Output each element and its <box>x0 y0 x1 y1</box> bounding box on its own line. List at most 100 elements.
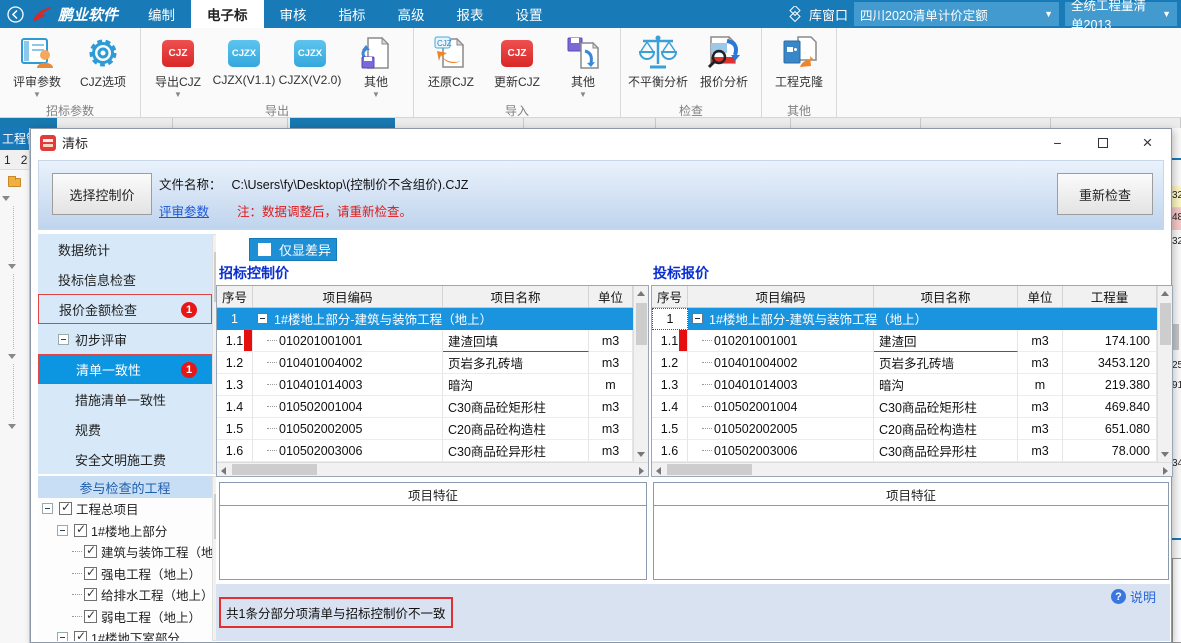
sidebar-item-清单一致性[interactable]: 清单一致性1 <box>38 354 212 384</box>
select-control-price-button[interactable]: 选择控制价 <box>52 173 152 215</box>
cell-unit[interactable]: m3 <box>589 396 633 418</box>
cell-name[interactable]: C30商品砼异形柱 <box>874 440 1018 462</box>
cell-unit[interactable]: m <box>589 374 633 396</box>
cell-name[interactable]: 页岩多孔砖墙 <box>874 352 1018 374</box>
table-row[interactable]: 1.1010201001001建渣回填m3 <box>217 330 633 352</box>
cell-no[interactable]: 1.6 <box>217 440 253 462</box>
project-tab-2[interactable]: 2 <box>21 153 28 167</box>
cell-code[interactable]: 010201001001 <box>688 330 874 352</box>
cell-code[interactable]: 010401004002 <box>688 352 874 374</box>
project-tab-1[interactable]: 1 <box>4 153 11 167</box>
tree-item-1#楼地上部分[interactable]: 1#楼地上部分 <box>38 520 212 542</box>
sidebar-item-报价金额检查[interactable]: 报价金额检查1 <box>38 294 212 324</box>
table-row[interactable]: 1.3010401014003暗沟m219.380 <box>652 374 1157 396</box>
ribbon-button-CJZX(V2.0)[interactable]: CJZXCJZX(V2.0) <box>277 28 343 97</box>
table-row[interactable]: 11#楼地上部分-建筑与装饰工程（地上） <box>652 308 1157 330</box>
ribbon-button-CJZ选项[interactable]: CJZ选项 <box>70 28 136 100</box>
scroll-left-icon[interactable] <box>656 467 661 475</box>
table-row[interactable]: 1.2010401004002页岩多孔砖墙m3 <box>217 352 633 374</box>
cell-qty[interactable]: 469.840 <box>1063 396 1157 418</box>
minimize-icon[interactable]: − <box>1035 129 1080 156</box>
scroll-right-icon[interactable] <box>1163 467 1168 475</box>
cell-no[interactable]: 1.4 <box>652 396 688 418</box>
feature-content-left[interactable] <box>219 506 647 580</box>
ribbon-button-其他[interactable]: 其他▼ <box>343 28 409 100</box>
scroll-down-icon[interactable] <box>1161 452 1169 457</box>
cell-code[interactable]: 010401014003 <box>688 374 874 396</box>
maximize-icon[interactable] <box>1080 129 1125 156</box>
cell-unit[interactable]: m3 <box>1018 352 1063 374</box>
cell-unit[interactable]: m3 <box>589 330 633 352</box>
scroll-up-icon[interactable] <box>1161 291 1169 296</box>
cell-unit[interactable]: m3 <box>589 352 633 374</box>
collapse-icon[interactable] <box>42 503 53 514</box>
cell-name[interactable]: C30商品砼异形柱 <box>443 440 589 462</box>
cell-unit[interactable]: m <box>1018 374 1063 396</box>
cell-unit[interactable]: m3 <box>589 440 633 462</box>
cell-unit[interactable]: m3 <box>1018 440 1063 462</box>
menu-item-报表[interactable]: 报表 <box>441 0 500 28</box>
ribbon-button-更新CJZ[interactable]: CJZ更新CJZ <box>484 28 550 100</box>
ribbon-button-工程克隆[interactable]: 工程克隆 <box>766 28 832 100</box>
cell-unit[interactable]: m3 <box>589 418 633 440</box>
ribbon-button-报价分析[interactable]: 报价分析 <box>691 28 757 100</box>
cell-code[interactable]: 010401004002 <box>253 352 443 374</box>
menu-item-电子标[interactable]: 电子标 <box>191 0 264 28</box>
cell-no[interactable]: 1.3 <box>217 374 253 396</box>
collapse-icon[interactable] <box>58 334 69 345</box>
table-row[interactable]: 1.4010502001004C30商品砼矩形柱m3 <box>217 396 633 418</box>
cell-no[interactable]: 1.2 <box>217 352 253 374</box>
cell-no[interactable]: 1.1 <box>652 330 688 352</box>
tree-item-强电工程（地上）[interactable]: 强电工程（地上） <box>38 563 212 585</box>
cell-unit[interactable]: m3 <box>1018 396 1063 418</box>
cell-qty[interactable]: 78.000 <box>1063 440 1157 462</box>
sidebar-item-投标信息检查[interactable]: 投标信息检查 <box>38 264 212 294</box>
table-row[interactable]: 1.1010201001001建渣回m3174.100 <box>652 330 1157 352</box>
checkbox-checked-icon[interactable] <box>74 631 87 641</box>
cell-name[interactable]: C20商品砼构造柱 <box>443 418 589 440</box>
dialog-titlebar[interactable]: 清标 − × <box>32 129 1170 156</box>
table-row[interactable]: 1.6010502003006C30商品砼异形柱m378.000 <box>652 440 1157 462</box>
checkbox-icon[interactable] <box>258 243 271 256</box>
feature-content-right[interactable] <box>653 506 1169 580</box>
cell-code[interactable]: 010401014003 <box>253 374 443 396</box>
table-row[interactable]: 1.4010502001004C30商品砼矩形柱m3469.840 <box>652 396 1157 418</box>
chevron-down-icon[interactable] <box>8 424 16 429</box>
cell-name[interactable]: 暗沟 <box>443 374 589 396</box>
table-hscrollbar[interactable] <box>652 462 1172 476</box>
menu-item-审核[interactable]: 审核 <box>264 0 323 28</box>
cell-name[interactable]: 暗沟 <box>874 374 1018 396</box>
menu-item-高级[interactable]: 高级 <box>382 0 441 28</box>
ribbon-button-还原CJZ[interactable]: CJZ还原CJZ <box>418 28 484 100</box>
cell-group-name[interactable]: 1#楼地上部分-建筑与装饰工程（地上） <box>688 308 1157 330</box>
checkbox-checked-icon[interactable] <box>84 588 97 601</box>
cell-unit[interactable]: m3 <box>1018 418 1063 440</box>
menu-item-指标[interactable]: 指标 <box>323 0 382 28</box>
table-row[interactable]: 1.2010401004002页岩多孔砖墙m33453.120 <box>652 352 1157 374</box>
sidebar-item-初步评审[interactable]: 初步评审 <box>38 324 212 354</box>
table-vscrollbar[interactable] <box>1157 286 1172 462</box>
tree-item-1#楼地下室部分[interactable]: 1#楼地下室部分 <box>38 627 212 641</box>
pricing-standard-dropdown[interactable]: 四川2020清单计价定额▼ <box>854 2 1059 26</box>
table-vscrollbar[interactable] <box>633 286 648 462</box>
sidebar-item-安全文明施工费[interactable]: 安全文明施工费 <box>38 444 212 474</box>
collapse-icon[interactable] <box>57 525 68 536</box>
table-hscrollbar[interactable] <box>217 462 648 476</box>
chevron-down-icon[interactable] <box>8 264 16 269</box>
recheck-button[interactable]: 重新检查 <box>1057 173 1153 215</box>
back-icon[interactable] <box>0 0 30 28</box>
tree-item-弱电工程（地上）[interactable]: 弱电工程（地上） <box>38 606 212 628</box>
cell-name[interactable]: 建渣回填 <box>443 330 589 352</box>
cell-qty[interactable]: 651.080 <box>1063 418 1157 440</box>
show-diff-only-toggle[interactable]: 仅显差异 <box>249 238 337 261</box>
cell-code[interactable]: 010502001004 <box>253 396 443 418</box>
chevron-down-icon[interactable] <box>8 354 16 359</box>
help-link[interactable]: ? 说明 <box>1111 587 1156 606</box>
cell-no[interactable]: 1.5 <box>652 418 688 440</box>
chevron-down-icon[interactable] <box>2 196 10 201</box>
ribbon-button-导出CJZ[interactable]: CJZ导出CJZ▼ <box>145 28 211 100</box>
cell-name[interactable]: 建渣回 <box>874 330 1018 352</box>
cell-no[interactable]: 1.6 <box>652 440 688 462</box>
cell-qty[interactable]: 174.100 <box>1063 330 1157 352</box>
cell-qty[interactable]: 219.380 <box>1063 374 1157 396</box>
